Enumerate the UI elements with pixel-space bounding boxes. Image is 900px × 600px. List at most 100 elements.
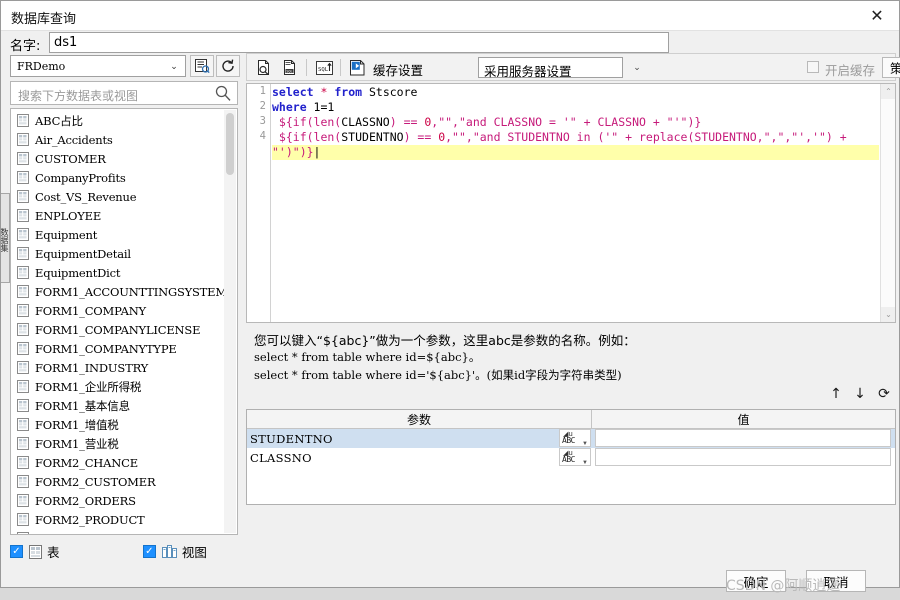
help-text: 您可以键入“${abc}”做为一个参数，这里abc是参数的名称。例如： sele… — [246, 327, 896, 387]
refresh-datasource-button[interactable] — [216, 55, 240, 77]
table-list-item[interactable]: FORM1_增值税 — [11, 415, 224, 434]
toolbar-separator-1 — [306, 59, 307, 76]
table-icon — [17, 152, 29, 165]
table-icon — [17, 304, 29, 317]
table-list-item[interactable]: EquipmentDict — [11, 263, 224, 282]
datasource-select[interactable]: FRDemo ⌄ — [10, 55, 186, 77]
editor-scrollbar[interactable]: ⌃ ⌄ — [880, 84, 895, 322]
table-list-item-label: Cost_VS_Revenue — [35, 190, 136, 204]
table-filter-label: 表 — [47, 542, 60, 561]
table-icon — [17, 513, 29, 526]
table-list-item[interactable]: FORM2_SERVICE — [11, 529, 224, 535]
param-type-select[interactable]: ◢uABC▼ — [559, 429, 591, 447]
sql-editor[interactable]: 1234 select * from Stscorewhere 1=1 ${if… — [246, 83, 896, 323]
line-number: 1 — [247, 84, 270, 99]
table-list-scrollbar[interactable] — [224, 110, 236, 533]
preview-button[interactable] — [253, 57, 275, 78]
cache-mode-value: 采用服务器设置 — [484, 61, 572, 80]
chevron-down-icon[interactable]: ▼ — [582, 460, 588, 466]
table-list-item[interactable]: FORM2_CUSTOMER — [11, 472, 224, 491]
table-list-item[interactable]: Air_Accidents — [11, 130, 224, 149]
filter-checkboxes: ✓ 表 ✓ — [10, 542, 238, 564]
param-name: CLASSNO — [250, 451, 312, 465]
table-list-item[interactable]: CompanyProfits — [11, 168, 224, 187]
table-icon — [17, 323, 29, 336]
line-number: 3 — [247, 114, 270, 129]
cache-settings-label: 缓存设置 — [373, 60, 423, 79]
table-icon — [17, 247, 29, 260]
param-type-select[interactable]: ◢uABC▼ — [559, 448, 591, 466]
table-list-item[interactable]: FORM1_COMPANYTYPE — [11, 339, 224, 358]
column-header-value: 值 — [592, 410, 895, 428]
title-bar: 数据库查询 ✕ — [1, 1, 899, 31]
table-list-item[interactable]: Cost_VS_Revenue — [11, 187, 224, 206]
param-value-input[interactable] — [595, 429, 891, 447]
code-line: where 1=1 — [272, 100, 879, 115]
table-list-item-label: CompanyProfits — [35, 171, 126, 185]
editor-code[interactable]: select * from Stscorewhere 1=1 ${if(len(… — [272, 85, 879, 160]
table-list-item-label: FORM1_营业税 — [35, 436, 119, 452]
sql-arrow-button[interactable]: SQL — [313, 57, 335, 78]
chevron-down-icon[interactable]: ⌄ — [623, 58, 651, 77]
filter-table[interactable]: ✓ 表 — [10, 542, 60, 561]
table-list-item[interactable]: FORM1_营业税 — [11, 434, 224, 453]
table-icon — [17, 266, 29, 279]
help-line-3: select * from table where id='${abc}'。(如… — [254, 367, 622, 383]
table-icon — [17, 399, 29, 412]
table-list[interactable]: ABC占比Air_AccidentsCUSTOMER CompanyProfits… — [10, 108, 238, 535]
table-icon — [17, 475, 29, 488]
table-icon — [17, 380, 29, 393]
right-panel: SQL SQL — [246, 53, 896, 563]
table-list-item[interactable]: FORM2_ORDERS — [11, 491, 224, 510]
cache-mode-select[interactable]: 采用服务器设置 ⌄ — [478, 57, 623, 78]
table-list-item[interactable]: FORM1_ACCOUNTTINGSYSTEM — [11, 282, 224, 301]
table-list-item[interactable]: FORM1_COMPANY — [11, 301, 224, 320]
ok-button[interactable]: 确定 — [726, 570, 786, 592]
enable-cache-checkbox[interactable] — [807, 61, 819, 73]
table-icon — [17, 456, 29, 469]
parameter-table[interactable]: 参数 值 STUDENTNO◢uABC▼CLASSNO◢uABC▼ — [246, 409, 896, 505]
chevron-down-icon[interactable]: ⌄ — [163, 56, 185, 76]
param-value-input[interactable] — [595, 448, 891, 466]
table-icon — [17, 532, 29, 535]
name-input[interactable]: ds1 — [49, 32, 669, 53]
text-caret: | — [314, 145, 321, 159]
sql-page-button[interactable]: SQL — [279, 57, 301, 78]
table-list-item[interactable]: CUSTOMER — [11, 149, 224, 168]
table-list-item[interactable]: FORM1_COMPANYLICENSE — [11, 320, 224, 339]
search-input[interactable]: 搜索下方数据表或视图 — [10, 81, 238, 105]
table-list-item-label: FORM2_CUSTOMER — [35, 475, 155, 489]
table-list-item[interactable]: FORM1_企业所得税 — [11, 377, 224, 396]
table-list-item[interactable]: EquipmentDetail — [11, 244, 224, 263]
refresh-params-button[interactable]: ⟳ — [874, 383, 894, 405]
cancel-button[interactable]: 取消 — [806, 570, 866, 592]
table-list-item[interactable]: FORM2_CHANCE — [11, 453, 224, 472]
strategy-config-button[interactable]: 策略配置 — [882, 57, 900, 78]
edit-datasource-button[interactable] — [190, 55, 214, 77]
dialog-window: 数据库查询 ✕ 名字: ds1 数据集 FRDemo ⌄ — [0, 0, 900, 588]
chevron-down-icon[interactable]: ▼ — [582, 441, 588, 447]
table-list-item[interactable]: FORM2_PRODUCT — [11, 510, 224, 529]
table-icon — [17, 171, 29, 184]
scroll-down-icon[interactable]: ⌄ — [881, 307, 896, 322]
param-type-label: ABC — [562, 436, 575, 445]
view-checkbox[interactable]: ✓ — [143, 545, 156, 558]
scroll-up-icon[interactable]: ⌃ — [881, 84, 896, 99]
table-row[interactable]: CLASSNO ◢uABC▼ — [247, 448, 895, 467]
edit-datasource-icon — [195, 59, 210, 73]
table-list-item[interactable]: ENPLOYEE — [11, 206, 224, 225]
scrollbar-thumb[interactable] — [226, 113, 234, 175]
close-icon[interactable]: ✕ — [855, 1, 899, 30]
move-up-button[interactable]: ↑ — [826, 383, 846, 405]
dataset-side-tab[interactable]: 数据集 — [1, 193, 10, 283]
table-list-item[interactable]: Equipment — [11, 225, 224, 244]
table-list-item[interactable]: ABC占比 — [11, 111, 224, 130]
table-checkbox[interactable]: ✓ — [10, 545, 23, 558]
table-row[interactable]: STUDENTNO◢uABC▼ — [247, 429, 895, 448]
table-list-item[interactable]: FORM1_基本信息 — [11, 396, 224, 415]
move-down-button[interactable]: ↓ — [850, 383, 870, 405]
cache-settings-button[interactable] — [347, 57, 369, 78]
filter-view[interactable]: ✓ 视图 — [143, 542, 207, 561]
line-number: 4 — [247, 129, 270, 144]
table-list-item[interactable]: FORM1_INDUSTRY — [11, 358, 224, 377]
